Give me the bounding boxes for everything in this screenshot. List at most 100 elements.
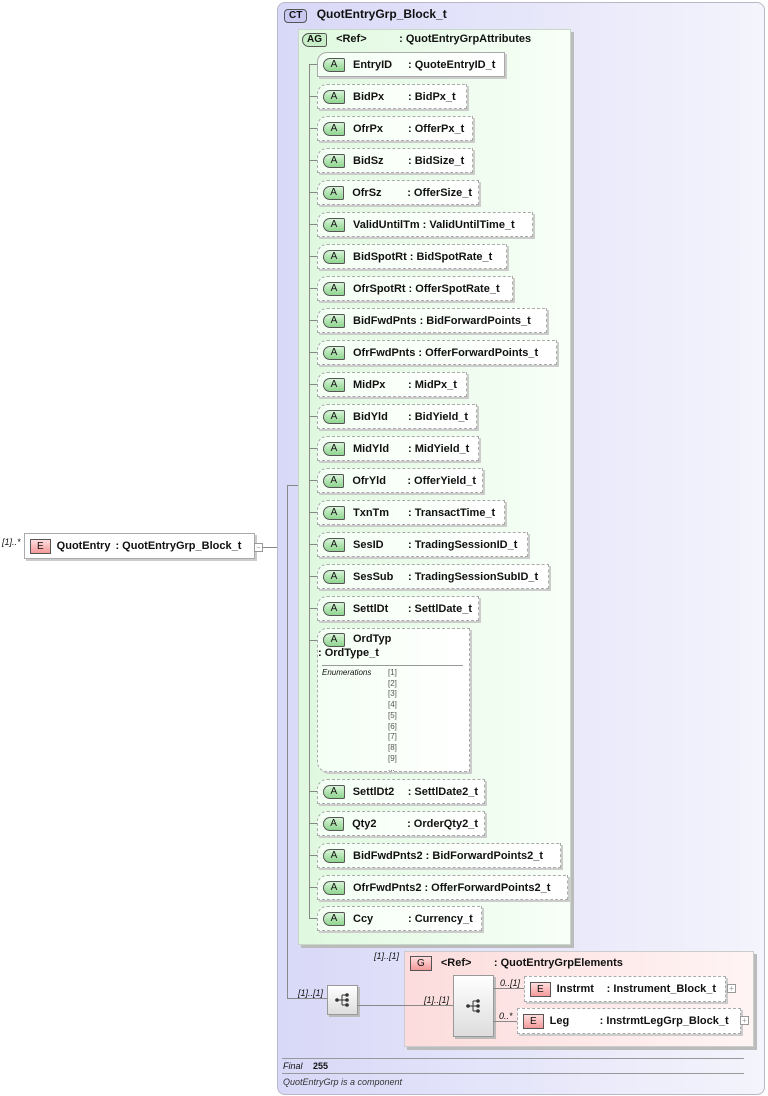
- connector: [309, 416, 317, 417]
- attribute-badge: A: [323, 281, 345, 296]
- element-badge: E: [523, 1013, 544, 1029]
- attribute-name: OfrYld: [352, 474, 386, 487]
- attribute-sesid[interactable]: A SesID: TradingSessionID_t: [317, 532, 528, 557]
- attribute-name: SesSub: [353, 570, 394, 583]
- attribute-name: OfrFwdPnts: [353, 346, 416, 359]
- attribute-name: OfrSz: [352, 186, 382, 199]
- attribute-name: BidSpotRt: [353, 250, 407, 263]
- connector: [309, 224, 317, 225]
- connector: [309, 320, 317, 321]
- attribute-badge: A: [323, 313, 345, 328]
- enumeration-value: ...: [388, 764, 395, 774]
- root-element-quotentry[interactable]: E QuotEntry : QuotEntryGrp_Block_t: [24, 533, 255, 559]
- sequence-icon[interactable]: [327, 985, 358, 1015]
- attribute-type: : TransactTime_t: [408, 506, 496, 519]
- group-badge: G: [410, 956, 432, 971]
- attribute-name: MidPx: [353, 378, 386, 391]
- attribute-bidfwdpnts2[interactable]: A BidFwdPnts2: BidForwardPoints2_t: [317, 843, 561, 868]
- attribute-sessub[interactable]: A SesSub: TradingSessionSubID_t: [317, 564, 549, 589]
- attribute-bidsz[interactable]: A BidSz: BidSize_t: [317, 148, 473, 173]
- element-name: Instrmt: [556, 983, 594, 995]
- attribute-bidyld[interactable]: A BidYld: BidYield_t: [317, 404, 477, 429]
- group-cardinality: [1]..[1]: [374, 951, 400, 961]
- attribute-name: SettlDt2: [352, 785, 395, 798]
- attribute-name: OfrFwdPnts2: [353, 881, 422, 894]
- attribute-bidfwdpnts[interactable]: A BidFwdPnts: BidForwardPoints_t: [317, 308, 547, 333]
- group-sequence-icon[interactable]: [453, 975, 494, 1037]
- attribute-badge: A: [323, 816, 345, 831]
- attribute-ofrspotrt[interactable]: A OfrSpotRt: OfferSpotRate_t: [317, 276, 513, 301]
- attribute-name: OfrPx: [353, 122, 383, 135]
- component-note: QuotEntryGrp is a component: [283, 1077, 403, 1087]
- attribute-midyld[interactable]: A MidYld: MidYield_t: [317, 436, 479, 461]
- attribute-type: : BidForwardPoints_t: [419, 314, 531, 327]
- attribute-type: : SettlDate_t: [407, 602, 472, 615]
- final-label: Final: [283, 1061, 303, 1071]
- ct-badge: CT: [284, 9, 308, 23]
- connector: [309, 512, 317, 513]
- attribute-ofryld[interactable]: A OfrYld : OfferYield_t: [317, 468, 483, 493]
- connector: [309, 918, 317, 919]
- attribute-bidspotrt[interactable]: A BidSpotRt: BidSpotRate_t: [317, 244, 507, 269]
- connector: [309, 887, 317, 888]
- attribute-type: : OrdType_t: [318, 647, 379, 659]
- attribute-ofrsz[interactable]: A OfrSz : OfferSize_t: [317, 180, 479, 205]
- attribute-ccy[interactable]: A Ccy: Currency_t: [317, 906, 482, 931]
- attribute-name: BidYld: [353, 410, 388, 423]
- attribute-type: : OfferPx_t: [408, 122, 465, 135]
- leg-cardinality: 0..*: [499, 1011, 513, 1021]
- element-type: : Instrument_Block_t: [606, 983, 717, 995]
- attribute-ofrfwdpnts2[interactable]: A OfrFwdPnts2: OfferForwardPoints2_t: [317, 875, 568, 900]
- connector: [309, 128, 317, 129]
- connector: [309, 64, 317, 65]
- attribute-ordtyp[interactable]: A OrdTyp: OrdType_t Enumerations [1] [2] [3][…: [317, 628, 470, 774]
- attribute-name: SettlDt: [352, 602, 389, 615]
- attribute-name: BidFwdPnts2: [353, 849, 423, 862]
- attribute-badge: A: [323, 601, 345, 616]
- attribute-type: : MidYield_t: [408, 442, 470, 455]
- element-badge: E: [30, 538, 51, 554]
- attribute-name: OfrSpotRt: [353, 282, 406, 295]
- ag-ref: <Ref>: [336, 33, 367, 45]
- element-instrmt[interactable]: E Instrmt : Instrument_Block_t: [524, 976, 726, 1002]
- attribute-ofrpx[interactable]: A OfrPx: OfferPx_t: [317, 116, 473, 141]
- expand-icon[interactable]: +: [727, 984, 736, 993]
- attribute-badge: A: [323, 848, 345, 863]
- group-header: G <Ref> : QuotEntryGrpElements: [410, 956, 623, 971]
- attribute-group-header: AG <Ref> : QuotEntryGrpAttributes: [302, 33, 531, 47]
- attribute-entryid[interactable]: A EntryID: QuoteEntryID_t: [317, 52, 505, 77]
- collapse-icon[interactable]: −: [254, 543, 263, 552]
- attribute-badge: A: [323, 569, 345, 584]
- attribute-ofrfwdpnts[interactable]: A OfrFwdPnts: OfferForwardPoints_t: [317, 340, 557, 365]
- element-leg[interactable]: E Leg : InstrmtLegGrp_Block_t: [517, 1008, 741, 1034]
- attribute-name: MidYld: [353, 442, 390, 455]
- attribute-qty2[interactable]: A Qty2: OrderQty2_t: [317, 811, 485, 836]
- attribute-midpx[interactable]: A MidPx: MidPx_t: [317, 372, 467, 397]
- attribute-type: : TradingSessionID_t: [408, 538, 518, 551]
- attribute-settldt[interactable]: A SettlDt : SettlDate_t: [317, 596, 479, 621]
- element-type: : InstrmtLegGrp_Block_t: [599, 1015, 729, 1027]
- attribute-txntm[interactable]: A TxnTm: TransactTime_t: [317, 500, 505, 525]
- root-cardinality: [1]..*: [2, 537, 21, 547]
- attribute-name: SesID: [353, 538, 384, 551]
- attribute-validuntiltm[interactable]: A ValidUntilTm: ValidUntilTime_t: [317, 212, 533, 237]
- attribute-type: : OrderQty2_t: [407, 817, 478, 830]
- attribute-badge: A: [323, 473, 345, 488]
- expand-icon[interactable]: +: [740, 1016, 749, 1025]
- connector: [309, 256, 317, 257]
- enumeration-value: [7]: [388, 732, 397, 742]
- group-name: : QuotEntryGrpElements: [493, 957, 623, 969]
- enumeration-value: [2]: [388, 678, 397, 688]
- ag-badge: AG: [302, 33, 327, 47]
- attribute-bidpx[interactable]: A BidPx: BidPx_t: [317, 84, 467, 109]
- connector: [309, 576, 317, 577]
- enumeration-value: [1]: [388, 668, 397, 677]
- attribute-type: : OfferYield_t: [407, 474, 476, 487]
- attribute-type: : OfferSize_t: [407, 186, 472, 199]
- attribute-type: : BidSpotRate_t: [409, 250, 493, 263]
- enumerations-label: Enumerations: [322, 668, 372, 677]
- attribute-name: OrdTyp: [353, 633, 392, 645]
- attribute-badge: A: [323, 185, 345, 200]
- attribute-type: : SettlDate2_t: [407, 785, 478, 798]
- attribute-settldt2[interactable]: A SettlDt2: SettlDate2_t: [317, 779, 485, 804]
